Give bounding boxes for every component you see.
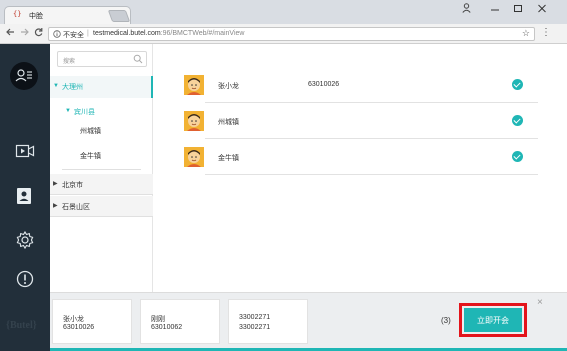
tree-node-town1[interactable]: 州城镇 (80, 126, 101, 136)
search-placeholder: 搜索 (63, 59, 76, 65)
card-id: 33002271 (239, 324, 271, 331)
tree-divider (50, 216, 153, 217)
list-item[interactable]: 金牛镇 (182, 139, 538, 175)
user-card-icon[interactable] (12, 185, 36, 207)
tree-node-selected[interactable]: ▼ 大理州 (50, 76, 153, 98)
menu-dots-icon[interactable]: ⋮ (541, 27, 551, 38)
start-meeting-button[interactable]: 立即开会 (464, 308, 522, 332)
check-icon[interactable] (512, 79, 523, 90)
check-icon[interactable] (512, 151, 523, 162)
caret-right-icon: ▶ (53, 181, 58, 187)
url-text: testmedical.butel.com:96/BMCTWeb/#/mainV… (93, 30, 244, 37)
tab-favicon-icon: {} (13, 10, 22, 18)
url-path: :96/BMCTWeb/#/mainView (160, 30, 245, 37)
close-icon[interactable]: × (537, 297, 543, 308)
url-host: testmedical.butel.com (93, 30, 161, 37)
tree-row-district[interactable]: ▶ 石景山区 (50, 196, 153, 216)
card-name: 张小龙 (63, 316, 84, 323)
forward-icon[interactable] (20, 27, 29, 40)
member-name: 州城镇 (218, 119, 239, 126)
card-name: 刚刚 (151, 316, 165, 323)
alert-icon[interactable] (12, 269, 38, 289)
search-input[interactable]: 搜索 (57, 51, 147, 67)
participant-card[interactable]: 张小龙 63010026 (52, 299, 132, 344)
caret-down-icon: ▼ (65, 108, 71, 114)
member-name: 张小龙 (218, 83, 239, 90)
highlight-box: 立即开会 (459, 303, 527, 337)
divider (205, 174, 538, 175)
member-name: 金牛镇 (218, 155, 239, 162)
member-id: 63010026 (308, 81, 340, 88)
security-label: 不安全 (63, 32, 84, 39)
tree-subtree: ▼ 宾川县 州城镇 金牛镇 (62, 100, 141, 170)
info-icon[interactable] (53, 29, 61, 40)
card-id: 63010026 (63, 324, 95, 331)
card-name: 33002271 (239, 314, 271, 321)
tree-node-county[interactable]: 宾川县 (74, 107, 95, 117)
url-field[interactable]: 不安全 | testmedical.butel.com:96/BMCTWeb/#… (48, 27, 535, 41)
tab-title: 中脸 (29, 13, 43, 20)
caret-down-icon: ▼ (53, 83, 59, 89)
browser-tabbar: {} 中脸 × (0, 0, 567, 24)
avatar (184, 147, 204, 167)
avatar (184, 111, 204, 131)
contacts-icon[interactable] (10, 62, 38, 90)
back-icon[interactable] (6, 27, 15, 40)
video-icon[interactable] (12, 141, 38, 161)
search-icon[interactable] (133, 54, 143, 66)
caret-right-icon: ▶ (53, 203, 58, 209)
url-separator: | (87, 30, 89, 37)
new-tab-button[interactable] (107, 10, 131, 22)
tree-node-city: 北京市 (62, 182, 83, 189)
app-sidebar: {Butel} (0, 44, 50, 351)
tree-node-province: 大理州 (62, 84, 83, 91)
minimize-icon[interactable] (491, 3, 499, 16)
card-id: 63010062 (151, 324, 183, 331)
participant-card[interactable]: 刚刚 63010062 (140, 299, 220, 344)
tree-node-district: 石景山区 (62, 204, 90, 211)
tree-node-town2[interactable]: 金牛镇 (80, 151, 101, 161)
selected-panel: 张小龙 63010026 刚刚 63010062 33002271 330022… (50, 292, 567, 351)
maximize-icon[interactable] (514, 3, 522, 16)
list-item[interactable]: 州城镇 (182, 103, 538, 139)
tree-row-city[interactable]: ▶ 北京市 (50, 174, 153, 194)
org-tree-panel: 搜索 ▼ 大理州 ▼ 宾川县 州城镇 金牛镇 ▶ 北京市 ▶ 石景山区 (50, 44, 153, 292)
brand-logo: {Butel} (6, 320, 37, 331)
reload-icon[interactable] (34, 27, 43, 40)
close-icon[interactable] (538, 3, 546, 16)
list-item[interactable]: 张小龙 63010026 (182, 67, 538, 103)
selected-count: (3) (441, 316, 451, 325)
avatar (184, 75, 204, 95)
check-icon[interactable] (512, 115, 523, 126)
tree-divider (50, 194, 153, 195)
address-bar: 不安全 | testmedical.butel.com:96/BMCTWeb/#… (0, 24, 567, 44)
participant-card[interactable]: 33002271 33002271 (228, 299, 308, 344)
profile-icon[interactable] (462, 3, 471, 16)
settings-icon[interactable] (12, 230, 38, 250)
star-icon[interactable]: ☆ (522, 28, 530, 39)
